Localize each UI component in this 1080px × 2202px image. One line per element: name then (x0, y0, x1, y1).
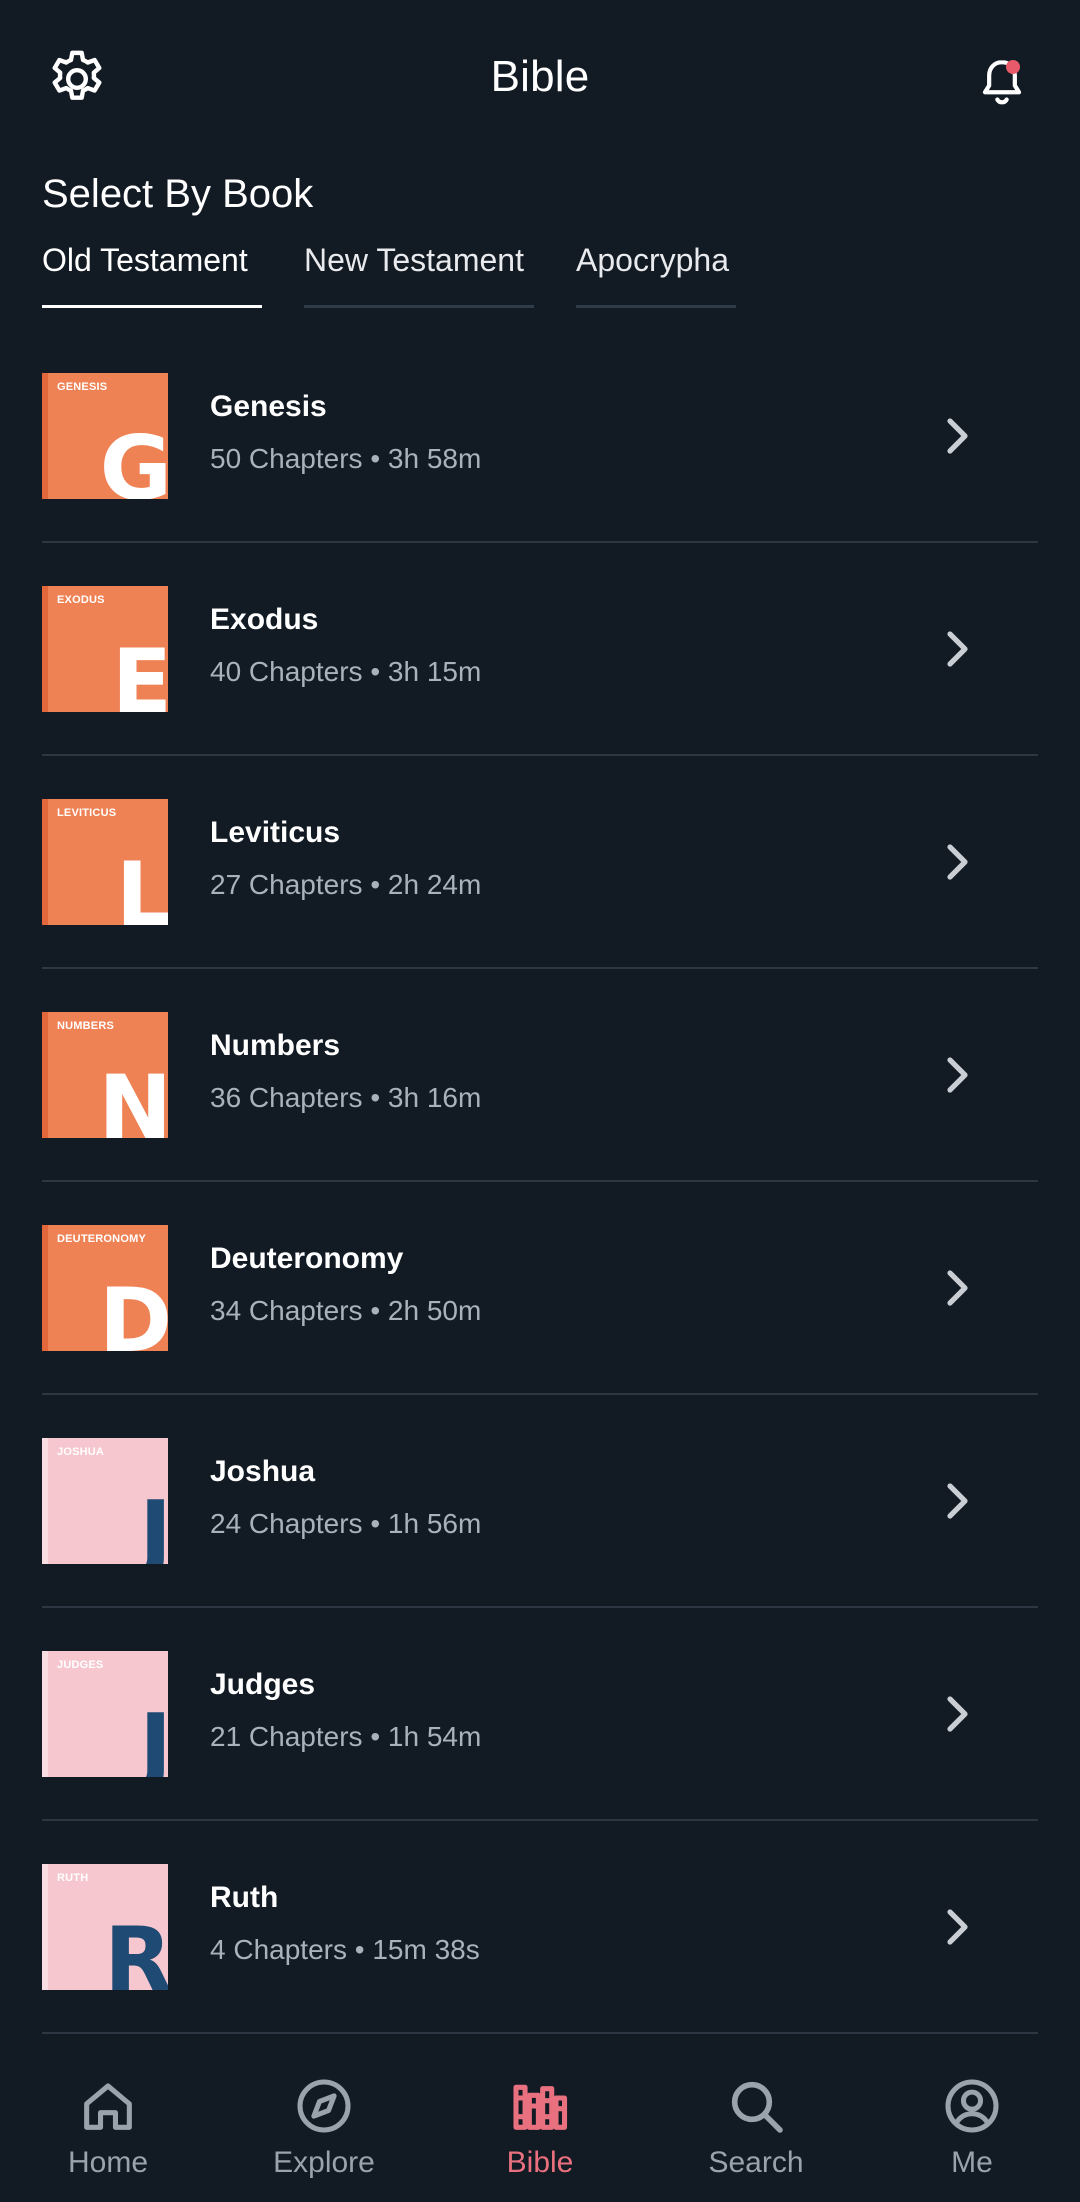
cover-spine (42, 1225, 48, 1351)
cover-spine (42, 1864, 48, 1990)
cover-caption: RUTH (57, 1872, 89, 1884)
cover-letter: E (111, 630, 168, 713)
tab-apocrypha[interactable]: Apocrypha (576, 242, 736, 308)
nav-search[interactable]: Search (648, 2046, 864, 2202)
chevron-right-icon (947, 1909, 968, 1945)
chevron-right-icon (947, 1483, 968, 1519)
cover-letter: D (98, 1269, 168, 1352)
book-row-numbers[interactable]: NUMBERS N Numbers 36 Chapters • 3h 16m (42, 969, 1038, 1182)
nav-explore[interactable]: Explore (216, 2046, 432, 2202)
cover-caption: EXODUS (57, 594, 105, 606)
book-meta: 21 Chapters • 1h 54m (210, 1721, 482, 1752)
chevron-right-icon (947, 1696, 968, 1732)
nav-me[interactable]: Me (864, 2046, 1080, 2202)
nav-label: Me (951, 2146, 993, 2179)
book-meta: 36 Chapters • 3h 16m (210, 1082, 482, 1113)
nav-bible[interactable]: Bible (432, 2046, 648, 2202)
cover-spine (42, 586, 48, 712)
cover-letter: G (99, 417, 168, 500)
book-row-judges[interactable]: JUDGES J Judges 21 Chapters • 1h 54m (42, 1608, 1038, 1821)
cover-caption: DEUTERONOMY (57, 1233, 146, 1245)
cover-caption: NUMBERS (57, 1020, 115, 1032)
book-cover: JUDGES J (42, 1651, 168, 1777)
book-name: Deuteronomy (210, 1242, 404, 1275)
book-row-ruth[interactable]: RUTH R Ruth 4 Chapters • 15m 38s (42, 1821, 1038, 2034)
notification-badge (1006, 60, 1020, 74)
cover-letter: J (139, 1695, 168, 1778)
book-name: Leviticus (210, 816, 341, 849)
book-name: Numbers (210, 1029, 341, 1062)
nav-label: Home (67, 2146, 149, 2179)
book-meta: 50 Chapters • 3h 58m (210, 443, 482, 474)
book-meta: 40 Chapters • 3h 15m (210, 656, 482, 687)
book-name: Judges (210, 1668, 316, 1701)
chevron-right-icon (947, 844, 968, 880)
chevron-right-icon (947, 1270, 968, 1306)
home-icon (84, 2083, 132, 2130)
cover-caption: JOSHUA (57, 1446, 105, 1458)
chevron-right-icon (947, 1057, 968, 1093)
tab-old-testament[interactable]: Old Testament (42, 242, 262, 308)
chevron-right-icon (947, 418, 968, 454)
book-cover: LEVITICUS L (42, 799, 168, 925)
books-icon (513, 2084, 568, 2130)
book-cover: JOSHUA J (42, 1438, 168, 1564)
cover-spine (42, 1651, 48, 1777)
book-meta: 4 Chapters • 15m 38s (210, 1934, 480, 1965)
cover-letter: J (139, 1482, 168, 1565)
search-icon (731, 2081, 783, 2133)
cover-caption: JUDGES (57, 1659, 104, 1671)
book-name: Exodus (210, 603, 319, 636)
book-cover: GENESIS G (42, 373, 168, 499)
chevron-right-icon (947, 631, 968, 667)
nav-home[interactable]: Home (0, 2046, 216, 2202)
cover-caption: GENESIS (57, 381, 108, 393)
book-name: Joshua (210, 1455, 316, 1488)
book-cover: RUTH R (42, 1864, 168, 1990)
book-meta: 24 Chapters • 1h 56m (210, 1508, 482, 1539)
cover-spine (42, 799, 48, 925)
book-row-deuteronomy[interactable]: DEUTERONOMY D Deuteronomy 34 Chapters • … (42, 1182, 1038, 1395)
profile-icon (945, 2079, 999, 2133)
cover-spine (42, 373, 48, 499)
book-row-joshua[interactable]: JOSHUA J Joshua 24 Chapters • 1h 56m (42, 1395, 1038, 1608)
cover-letter: N (98, 1056, 168, 1139)
cover-caption: LEVITICUS (57, 807, 117, 819)
book-cover: EXODUS E (42, 586, 168, 712)
page-title: Bible (490, 52, 590, 101)
book-name: Ruth (210, 1881, 279, 1914)
cover-spine (42, 1438, 48, 1564)
book-row-genesis[interactable]: GENESIS G Genesis 50 Chapters • 3h 58m (42, 330, 1038, 543)
section-title: Select By Book (42, 172, 314, 216)
nav-label: Explore (273, 2146, 375, 2179)
book-row-leviticus[interactable]: LEVITICUS L Leviticus 27 Chapters • 2h 2… (42, 756, 1038, 969)
nav-label: Search (708, 2146, 804, 2179)
book-meta: 34 Chapters • 2h 50m (210, 1295, 482, 1326)
cover-letter: L (115, 843, 168, 926)
tab-new-testament[interactable]: New Testament (304, 242, 534, 308)
bell-icon[interactable] (974, 52, 1030, 112)
bottom-navigation: Home Explore Bible Search Me (0, 2046, 1080, 2202)
compass-icon (297, 2079, 351, 2133)
cover-letter: R (104, 1908, 168, 1991)
book-meta: 27 Chapters • 2h 24m (210, 869, 482, 900)
book-row-exodus[interactable]: EXODUS E Exodus 40 Chapters • 3h 15m (42, 543, 1038, 756)
book-cover: NUMBERS N (42, 1012, 168, 1138)
nav-label: Bible (506, 2146, 574, 2179)
cover-spine (42, 1012, 48, 1138)
book-list: GENESIS G Genesis 50 Chapters • 3h 58m E… (42, 330, 1038, 2034)
book-name: Genesis (210, 390, 327, 423)
book-cover: DEUTERONOMY D (42, 1225, 168, 1351)
app-header: Bible (0, 0, 1080, 165)
